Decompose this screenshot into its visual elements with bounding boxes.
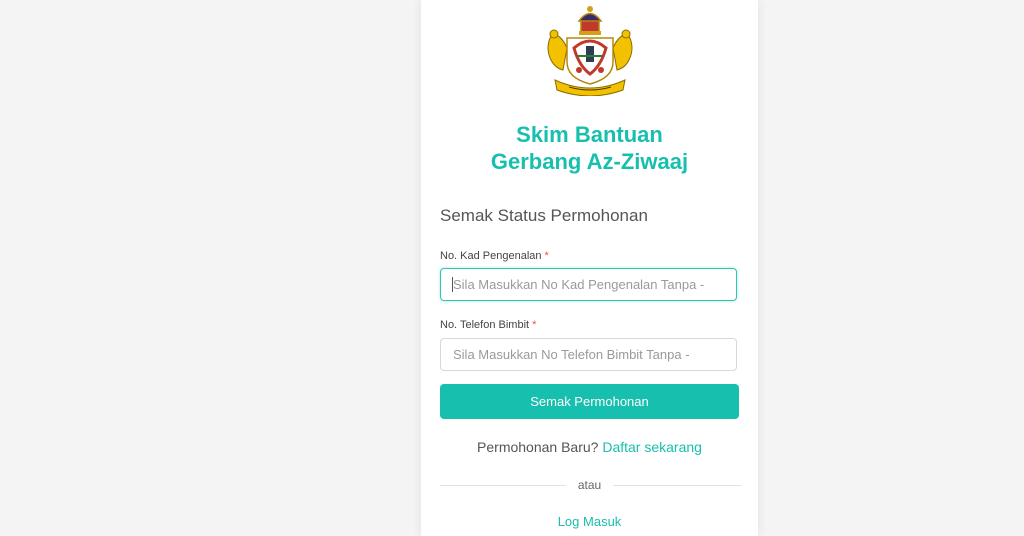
- login-link[interactable]: Log Masuk: [558, 514, 622, 529]
- phone-number-label-text: No. Telefon Bimbit: [440, 319, 530, 331]
- register-prompt-text: Permohonan Baru?: [477, 439, 599, 455]
- text-cursor: [452, 277, 453, 292]
- ic-number-input[interactable]: [440, 268, 737, 301]
- phone-number-input[interactable]: [440, 338, 737, 371]
- register-prompt: Permohonan Baru? Daftar sekarang: [421, 439, 758, 455]
- register-link[interactable]: Daftar sekarang: [602, 439, 702, 455]
- required-marker: *: [544, 250, 549, 262]
- login-link-container: Log Masuk: [421, 514, 758, 529]
- required-marker: *: [532, 319, 537, 331]
- state-coat-of-arms-icon: [547, 6, 633, 96]
- ic-number-label: No. Kad Pengenalan *: [440, 250, 549, 262]
- page-title-line2: Gerbang Az-Ziwaaj: [490, 149, 689, 174]
- section-title: Semak Status Permohonan: [440, 206, 648, 225]
- check-application-button[interactable]: Semak Permohonan: [440, 384, 739, 419]
- login-card: Skim Bantuan Gerbang Az-Ziwaaj Semak Sta…: [421, 0, 758, 536]
- divider-line-right: [613, 485, 741, 486]
- ic-number-label-text: No. Kad Pengenalan: [440, 250, 542, 262]
- page-title-line1: Skim Bantuan: [516, 122, 663, 147]
- phone-number-label: No. Telefon Bimbit *: [440, 319, 536, 331]
